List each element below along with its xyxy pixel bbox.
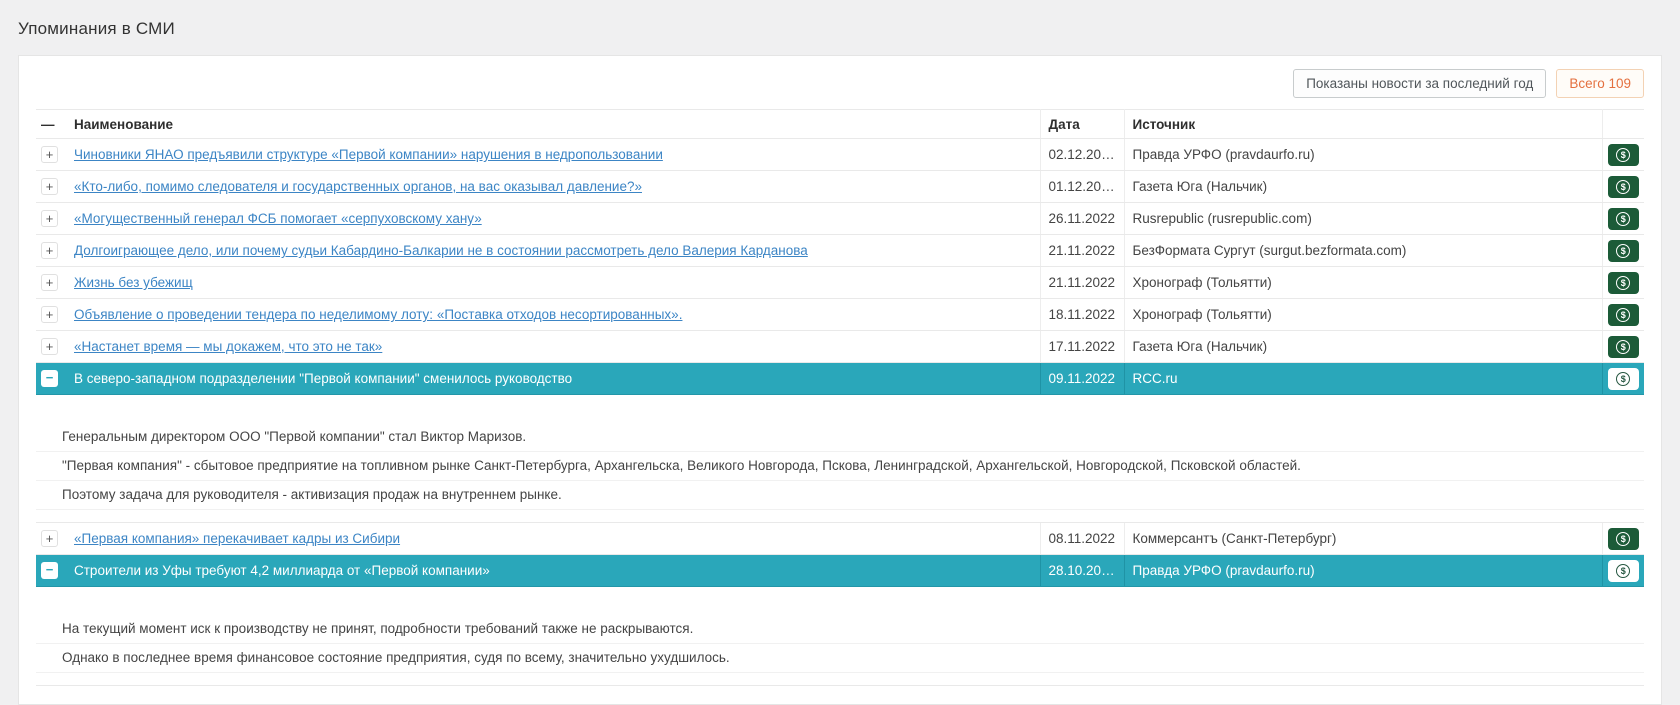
actions-column-header [1602, 110, 1644, 139]
source-cell: Хронограф (Тольятти) [1124, 299, 1602, 331]
source-cell: Правда УРФО (pravdaurfo.ru) [1124, 139, 1602, 171]
money-button[interactable]: $ [1608, 176, 1639, 198]
toolbar: Показаны новости за последний год Всего … [36, 69, 1644, 98]
money-button[interactable]: $ [1608, 368, 1639, 390]
table-row: + Жизнь без убежищ 21.11.2022Хронограф (То… [36, 267, 1644, 299]
expand-row-button[interactable]: + [41, 306, 58, 323]
detail-line: "Первая компания" - сбытовое предприятие… [36, 452, 1644, 481]
table-row: − В северо-западном подразделении "Первой… [36, 363, 1644, 395]
news-link[interactable]: «Настанет время — мы докажем, что это не… [74, 339, 382, 354]
table-row: + Чиновники ЯНАО предъявили структуре «Пе… [36, 139, 1644, 171]
date-cell: 26.11.2022 [1040, 203, 1124, 235]
source-cell: RCC.ru [1124, 363, 1602, 395]
expanded-detail-row: На текущий момент иск к производству не … [36, 587, 1644, 686]
expand-row-button[interactable]: + [41, 274, 58, 291]
expand-row-button[interactable]: + [41, 530, 58, 547]
media-mentions-card: Показаны новости за последний год Всего … [18, 55, 1662, 705]
collapse-row-button[interactable]: − [41, 370, 58, 387]
detail-line: Генеральным директором ООО "Первой компа… [36, 423, 1644, 452]
date-cell: 01.12.2022 [1040, 171, 1124, 203]
date-cell: 21.11.2022 [1040, 267, 1124, 299]
table-row: + «Настанет время — мы докажем, что это н… [36, 331, 1644, 363]
source-cell: БезФормата Сургут (surgut.bezformata.com… [1124, 235, 1602, 267]
news-title: Строители из Уфы требуют 4,2 миллиарда о… [74, 563, 490, 578]
expand-row-button[interactable]: + [41, 242, 58, 259]
date-cell: 21.11.2022 [1040, 235, 1124, 267]
news-link[interactable]: Чиновники ЯНАО предъявили структуре «Пер… [74, 147, 663, 162]
table-row: + «Могущественный генерал ФСБ помогает «с… [36, 203, 1644, 235]
name-column-header: Наименование [66, 110, 1040, 139]
total-count-badge: Всего 109 [1556, 69, 1644, 98]
money-button[interactable]: $ [1608, 560, 1639, 582]
money-button[interactable]: $ [1608, 240, 1639, 262]
expand-row-button[interactable]: + [41, 146, 58, 163]
expand-row-button[interactable]: + [41, 338, 58, 355]
page-title: Упоминания в СМИ [18, 19, 175, 39]
date-column-header: Дата [1040, 110, 1124, 139]
money-button[interactable]: $ [1608, 272, 1639, 294]
expand-row-button[interactable]: + [41, 210, 58, 227]
table-header-row: — Наименование Дата Источник [36, 110, 1644, 139]
expanded-detail-row: Генеральным директором ООО "Первой компа… [36, 395, 1644, 523]
date-cell: 28.10.2022 [1040, 555, 1124, 587]
table-row: − Строители из Уфы требуют 4,2 миллиарда … [36, 555, 1644, 587]
source-cell: Rusrepublic (rusrepublic.com) [1124, 203, 1602, 235]
collapse-row-button[interactable]: − [41, 562, 58, 579]
detail-line: Однако в последнее время финансовое сост… [36, 644, 1644, 673]
date-cell: 02.12.2022 [1040, 139, 1124, 171]
table-row: + «Кто-либо, помимо следователя и государ… [36, 171, 1644, 203]
news-link[interactable]: «Кто-либо, помимо следователя и государс… [74, 179, 642, 194]
collapse-all-header: — [36, 110, 66, 139]
money-icon: $ [1616, 276, 1630, 290]
money-icon: $ [1616, 212, 1630, 226]
news-table: — Наименование Дата Источник + Чиновники … [36, 109, 1644, 686]
date-cell: 09.11.2022 [1040, 363, 1124, 395]
detail-line: На текущий момент иск к производству не … [36, 615, 1644, 644]
news-link[interactable]: Долгоиграющее дело, или почему судьи Каб… [74, 243, 808, 258]
money-button[interactable]: $ [1608, 144, 1639, 166]
money-button[interactable]: $ [1608, 336, 1639, 358]
source-column-header: Источник [1124, 110, 1602, 139]
money-icon: $ [1616, 372, 1630, 386]
news-link[interactable]: «Могущественный генерал ФСБ помогает «се… [74, 211, 482, 226]
date-cell: 18.11.2022 [1040, 299, 1124, 331]
date-cell: 08.11.2022 [1040, 523, 1124, 555]
news-link[interactable]: Объявление о проведении тендера по недел… [74, 307, 682, 322]
money-icon: $ [1616, 244, 1630, 258]
news-link[interactable]: Жизнь без убежищ [74, 275, 193, 290]
table-row: + Долгоиграющее дело, или почему судьи Ка… [36, 235, 1644, 267]
source-cell: Хронограф (Тольятти) [1124, 267, 1602, 299]
table-row: + «Первая компания» перекачивает кадры из… [36, 523, 1644, 555]
expand-row-button[interactable]: + [41, 178, 58, 195]
news-link[interactable]: «Первая компания» перекачивает кадры из … [74, 531, 400, 546]
detail-line: Поэтому задача для руководителя - активи… [36, 481, 1644, 510]
money-icon: $ [1616, 532, 1630, 546]
period-filter-button[interactable]: Показаны новости за последний год [1293, 69, 1546, 98]
date-cell: 17.11.2022 [1040, 331, 1124, 363]
money-icon: $ [1616, 148, 1630, 162]
source-cell: Газета Юга (Нальчик) [1124, 331, 1602, 363]
news-table-body: + Чиновники ЯНАО предъявили структуре «Пе… [36, 139, 1644, 686]
money-icon: $ [1616, 564, 1630, 578]
money-button[interactable]: $ [1608, 304, 1639, 326]
source-cell: Газета Юга (Нальчик) [1124, 171, 1602, 203]
source-cell: Коммерсантъ (Санкт-Петербург) [1124, 523, 1602, 555]
money-icon: $ [1616, 180, 1630, 194]
money-button[interactable]: $ [1608, 208, 1639, 230]
news-title: В северо-западном подразделении "Первой … [74, 371, 572, 386]
money-icon: $ [1616, 308, 1630, 322]
money-button[interactable]: $ [1608, 528, 1639, 550]
source-cell: Правда УРФО (pravdaurfo.ru) [1124, 555, 1602, 587]
money-icon: $ [1616, 340, 1630, 354]
table-row: + Объявление о проведении тендера по неде… [36, 299, 1644, 331]
